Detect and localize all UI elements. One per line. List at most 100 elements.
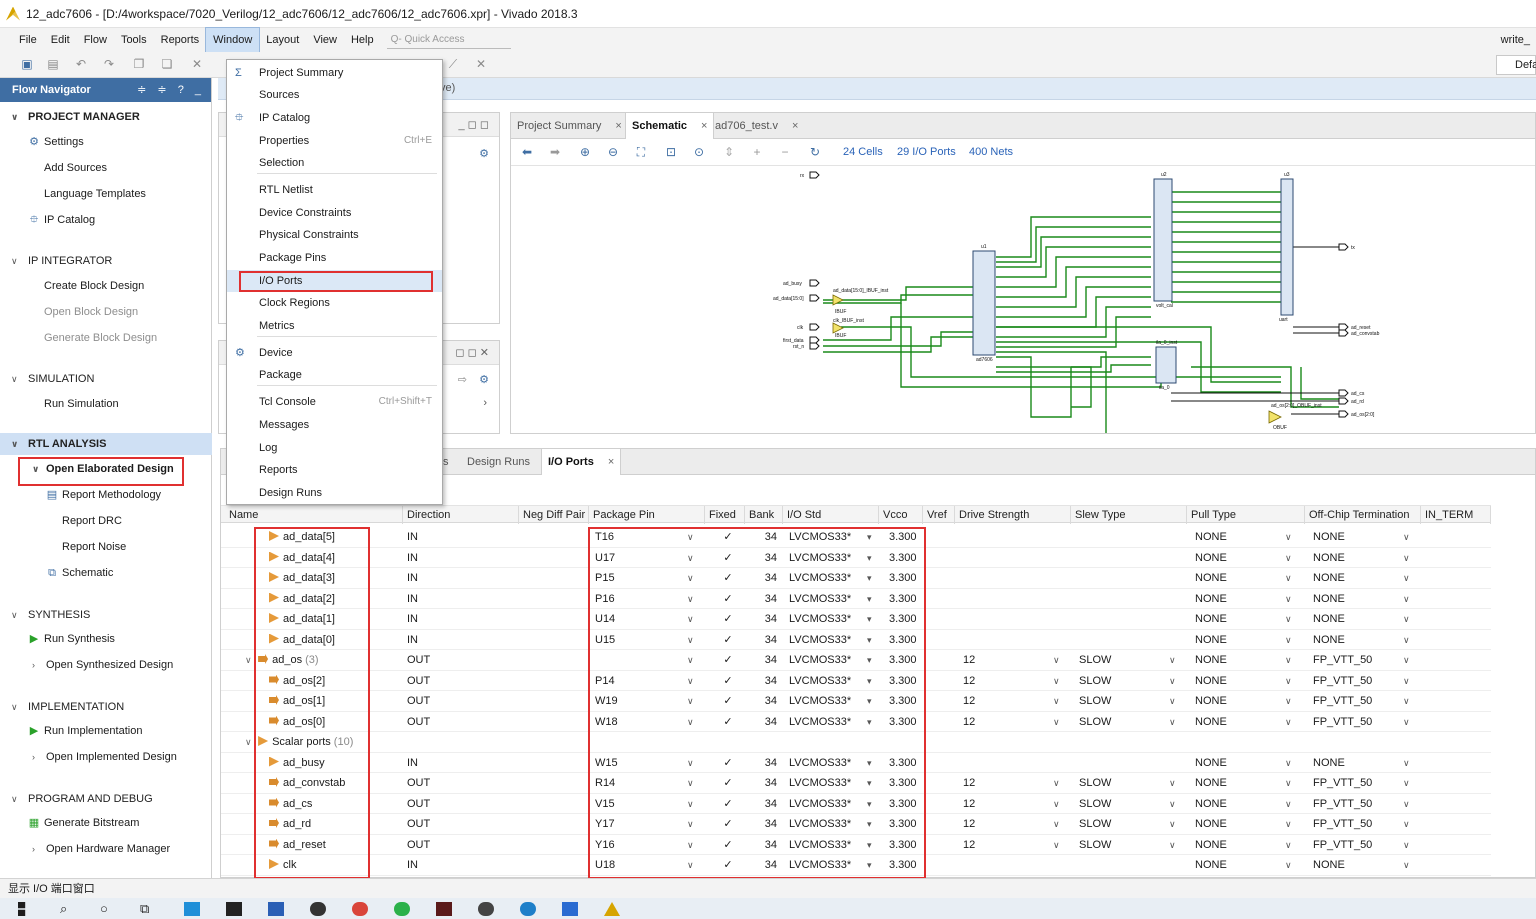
app-icon[interactable] <box>268 902 284 916</box>
dropdown-arrow-icon[interactable]: ▾ <box>867 650 872 670</box>
chevron-down-icon[interactable]: ∨ <box>1285 548 1292 568</box>
table-row[interactable]: ad_os[0] OUT W18 ∨ ✓ 34 LVCMOS33* ▾ 3.300 12 ∨ SLOW… <box>221 712 1491 732</box>
io-std-cell[interactable]: LVCMOS33* <box>785 814 865 834</box>
table-group-row[interactable]: ∨ ad_os (3) OUT ∨ ✓ 34 LVCMOS33* ▾ 3.300 12 ∨ SLOW ∨… <box>221 650 1491 671</box>
pull-type-cell[interactable]: NONE <box>1191 691 1281 711</box>
fixed-checkbox[interactable]: ✓ <box>711 630 741 650</box>
chevron-down-icon[interactable]: ∨ <box>687 773 694 793</box>
nav-add-sources[interactable]: Add Sources <box>0 157 212 179</box>
chevron-down-icon[interactable]: ∨ <box>1053 671 1060 691</box>
io-std-cell[interactable]: LVCMOS33* <box>785 753 865 773</box>
pull-type-cell[interactable]: NONE <box>1191 650 1281 670</box>
off-chip-termination-cell[interactable]: FP_VTT_50 <box>1309 650 1399 670</box>
drive-strength-cell[interactable] <box>959 548 1049 568</box>
window-menu-item-ip-catalog[interactable]: ⯐ IP Catalog <box>227 107 442 129</box>
table-group-row[interactable]: ∨ Scalar ports (10) <box>221 732 1491 753</box>
chevron-down-icon[interactable]: ∨ <box>1285 671 1292 691</box>
pull-type-cell[interactable]: NONE <box>1191 671 1281 691</box>
paste-icon[interactable]: ❏ <box>160 57 174 71</box>
chrome-icon[interactable] <box>352 902 368 916</box>
package-pin-cell[interactable]: W18 <box>591 712 681 732</box>
nav-open-block-design[interactable]: Open Block Design <box>0 301 212 323</box>
chevron-down-icon[interactable]: ∨ <box>687 589 694 609</box>
chevron-down-icon[interactable]: ∨ <box>1403 609 1410 629</box>
package-pin-cell[interactable]: U15 <box>591 630 681 650</box>
chevron-down-icon[interactable]: ∨ <box>1169 671 1176 691</box>
menu-reports[interactable]: Reports <box>154 28 207 52</box>
quick-access-input[interactable]: Q- Quick Access <box>386 31 511 49</box>
nav-generate-block-design[interactable]: Generate Block Design <box>0 327 212 349</box>
package-pin-cell[interactable]: Y16 <box>591 835 681 855</box>
menu-tools[interactable]: Tools <box>114 28 154 52</box>
redo-icon[interactable]: ↷ <box>102 57 116 71</box>
zoom-in-icon[interactable]: ⊕ <box>577 144 593 160</box>
io-std-cell[interactable]: LVCMOS33* <box>785 773 865 793</box>
fixed-checkbox[interactable]: ✓ <box>711 773 741 793</box>
zoom-out-icon[interactable]: ⊖ <box>605 144 621 160</box>
pull-type-cell[interactable]: NONE <box>1191 589 1281 609</box>
tab-schematic[interactable]: Schematic × <box>625 113 715 139</box>
drive-strength-cell[interactable]: 12 <box>959 671 1049 691</box>
chevron-down-icon[interactable]: ∨ <box>1285 609 1292 629</box>
chevron-down-icon[interactable]: ∨ <box>1053 691 1060 711</box>
drive-strength-cell[interactable] <box>959 855 1049 875</box>
fixed-checkbox[interactable]: ✓ <box>711 814 741 834</box>
menu-flow[interactable]: Flow <box>77 28 114 52</box>
drive-strength-cell[interactable]: 12 <box>959 794 1049 814</box>
chevron-down-icon[interactable]: ∨ <box>687 712 694 732</box>
menu-file[interactable]: File <box>12 28 44 52</box>
zoom-fit-icon[interactable]: ⛶ <box>633 144 649 160</box>
port-ad-os[interactable] <box>1338 410 1349 418</box>
off-chip-termination-cell[interactable]: FP_VTT_50 <box>1309 691 1399 711</box>
pull-type-cell[interactable]: NONE <box>1191 548 1281 568</box>
io-std-cell[interactable]: LVCMOS33* <box>785 548 865 568</box>
zoom-area-icon[interactable]: ⊡ <box>663 144 679 160</box>
chevron-down-icon[interactable]: ∨ <box>687 794 694 814</box>
pull-type-cell[interactable]: NONE <box>1191 794 1281 814</box>
drive-strength-cell[interactable]: 12 <box>959 691 1049 711</box>
nav-language-templates[interactable]: Language Templates <box>0 183 212 205</box>
off-chip-termination-cell[interactable] <box>1309 732 1399 752</box>
section-program-and-debug[interactable]: ∨ PROGRAM AND DEBUG <box>0 788 212 810</box>
chevron-down-icon[interactable]: ∨ <box>687 671 694 691</box>
chevron-down-icon[interactable]: ∨ <box>687 814 694 834</box>
chevron-down-icon[interactable]: ∨ <box>1285 753 1292 773</box>
cells-link[interactable]: 24 Cells <box>843 146 883 158</box>
fixed-checkbox[interactable]: ✓ <box>711 835 741 855</box>
chevron-down-icon[interactable]: ∨ <box>687 630 694 650</box>
window-menu-item-sources[interactable]: Sources <box>227 84 442 106</box>
chevron-down-icon[interactable]: ∨ <box>687 527 694 547</box>
chevron-down-icon[interactable]: ∨ <box>1285 691 1292 711</box>
chevron-down-icon[interactable]: ∨ <box>1403 814 1410 834</box>
chevron-down-icon[interactable]: ∨ <box>245 737 254 747</box>
column-header-name[interactable]: Name <box>225 506 403 524</box>
table-row[interactable]: ad_data[0] IN U15 ∨ ✓ 34 LVCMOS33* ▾ 3.300 NONE ∨ N… <box>221 630 1491 650</box>
layout-select[interactable]: Defa <box>1496 55 1536 75</box>
off-chip-termination-cell[interactable]: NONE <box>1309 548 1399 568</box>
io-std-cell[interactable]: LVCMOS33* <box>785 671 865 691</box>
chevron-down-icon[interactable]: ∨ <box>1053 814 1060 834</box>
column-header-vcco[interactable]: Vcco <box>879 506 923 524</box>
pull-type-cell[interactable]: NONE <box>1191 712 1281 732</box>
column-header-fixed[interactable]: Fixed <box>705 506 745 524</box>
panel-window-controls-icon[interactable]: ◻ ◻ ✕ <box>455 346 489 359</box>
port-ad-rd[interactable] <box>1338 397 1349 405</box>
nav-run-implementation[interactable]: ▶ Run Implementation <box>0 720 212 742</box>
column-header-pull-type[interactable]: Pull Type <box>1187 506 1305 524</box>
expand-icon[interactable]: ⇕ <box>721 144 737 160</box>
window-menu-item-tcl-console[interactable]: Tcl Console Ctrl+Shift+T <box>227 391 442 413</box>
chevron-down-icon[interactable]: ∨ <box>1169 773 1176 793</box>
window-menu-item-clock-regions[interactable]: Clock Regions <box>227 292 442 314</box>
dropdown-arrow-icon[interactable]: ▾ <box>867 527 872 547</box>
window-menu-item-properties[interactable]: Properties Ctrl+E <box>227 130 442 152</box>
nav-report-methodology[interactable]: ▤ Report Methodology <box>0 484 212 506</box>
window-menu-item-reports[interactable]: Reports <box>227 459 442 481</box>
menu-window[interactable]: Window <box>205 27 261 53</box>
off-chip-termination-cell[interactable]: NONE <box>1309 609 1399 629</box>
io-std-cell[interactable]: LVCMOS33* <box>785 609 865 629</box>
chevron-down-icon[interactable]: ∨ <box>1169 794 1176 814</box>
dropdown-arrow-icon[interactable]: ▾ <box>867 548 872 568</box>
chevron-down-icon[interactable]: ∨ <box>1403 589 1410 609</box>
chevron-down-icon[interactable]: ∨ <box>1053 712 1060 732</box>
tab-io-ports[interactable]: I/O Ports × <box>541 449 622 475</box>
